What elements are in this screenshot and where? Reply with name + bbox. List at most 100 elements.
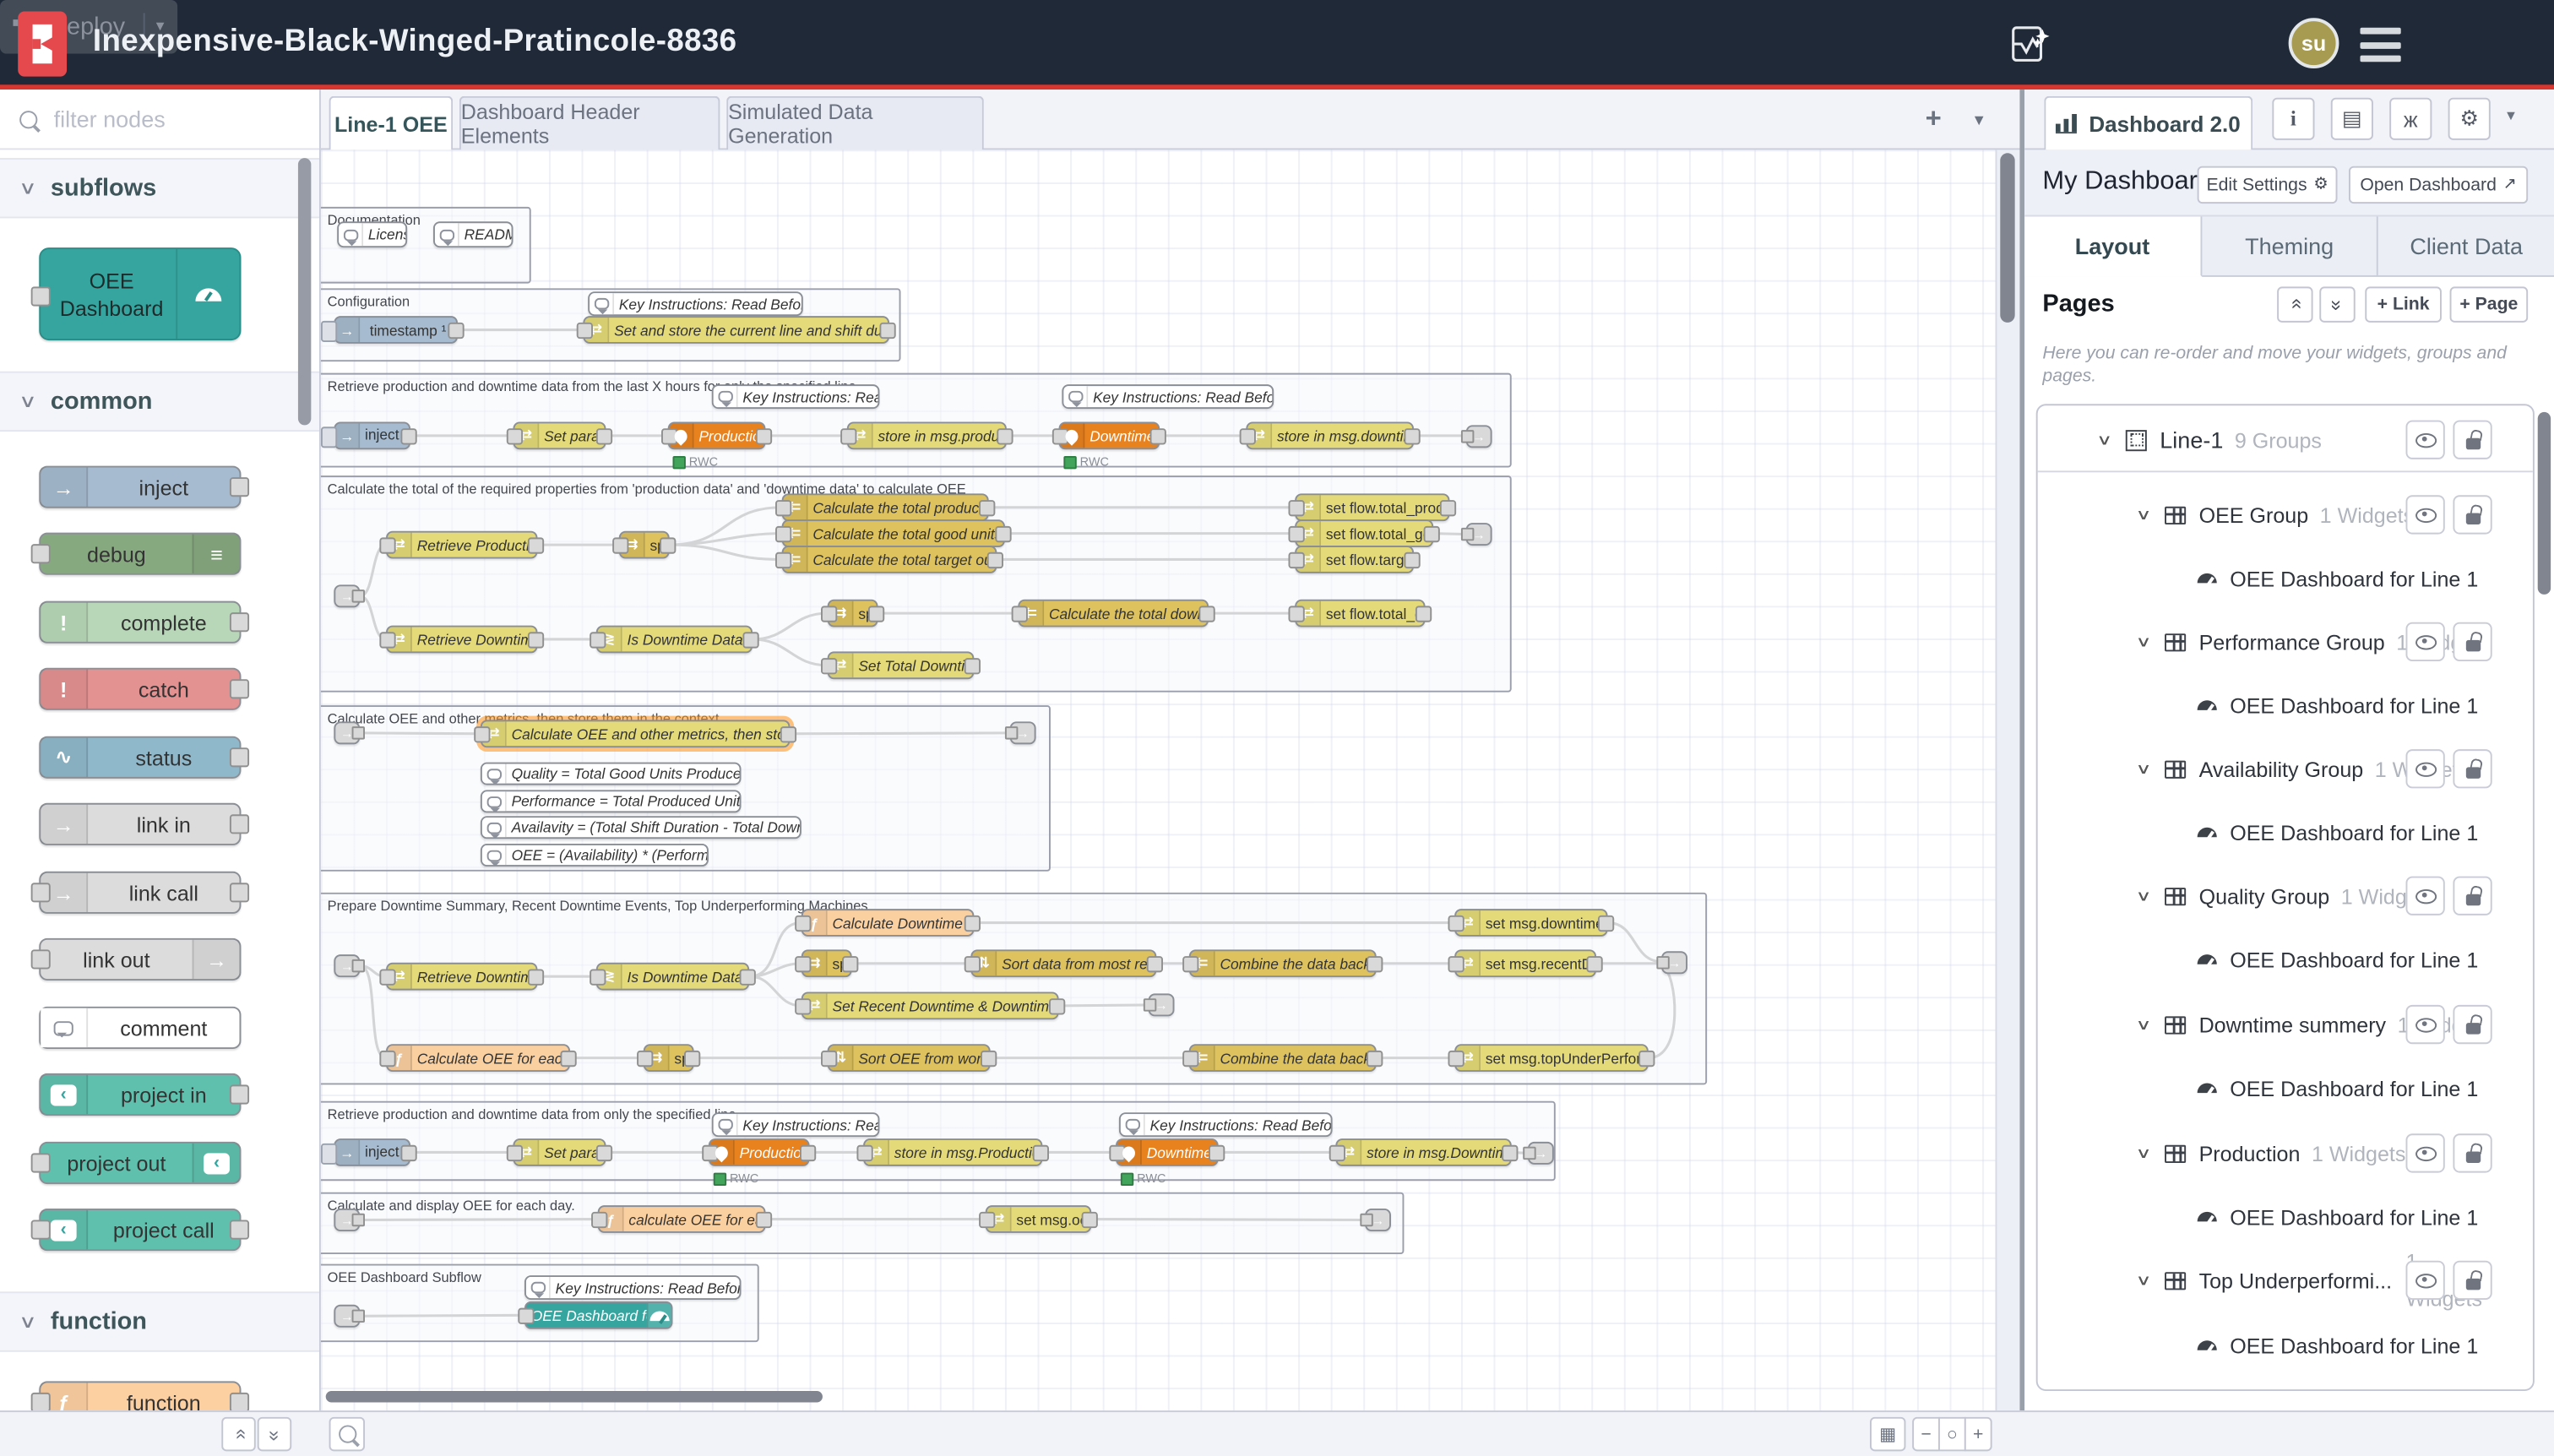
node-store-production[interactable]: ⇄store in msg.production_data xyxy=(847,421,1007,449)
tab-dashboard-header-elements[interactable]: Dashboard Header Elements xyxy=(459,96,720,150)
open-dashboard-button[interactable]: Open Dashboard↗ xyxy=(2349,166,2528,204)
config-gear-icon[interactable]: ⚙ xyxy=(2448,98,2491,140)
zoom-reset-button[interactable]: ○ xyxy=(1938,1417,1966,1452)
comment-key-instructions[interactable]: Key Instructions: Read Before Proceeding xyxy=(588,291,803,316)
node-sort-oee[interactable]: ⇅Sort OEE from worst to best xyxy=(828,1044,991,1072)
palette-expand-button[interactable]: » xyxy=(258,1417,292,1452)
lock-toggle[interactable] xyxy=(2453,749,2492,788)
lock-toggle[interactable] xyxy=(2453,622,2492,661)
flow-canvas[interactable]: Documentation License README Configurati… xyxy=(321,149,1996,1410)
node-set-empty-arrays[interactable]: ⇄Set Recent Downtime & Downtime summery … xyxy=(802,991,1059,1019)
tab-client-data[interactable]: Client Data xyxy=(2378,216,2554,274)
main-menu-icon[interactable] xyxy=(2360,28,2400,62)
filter-nodes-input[interactable] xyxy=(51,104,269,133)
inject-button[interactable] xyxy=(321,321,337,342)
debug-bug-icon[interactable]: ж xyxy=(2389,98,2432,140)
palette-node-project-call[interactable]: ‹project call xyxy=(39,1209,241,1251)
node-retrieve-production[interactable]: ⇄Retrieve Production Data xyxy=(386,531,537,559)
node-store-downtime[interactable]: ⇄store in msg.DowntimeData xyxy=(1335,1138,1511,1166)
palette-scrollbar[interactable] xyxy=(298,158,311,425)
edit-settings-button[interactable]: Edit Settings⚙ xyxy=(2198,166,2338,204)
tree-widget-row[interactable]: OEE Dashboard for Line 1 xyxy=(2038,1067,2533,1109)
node-set-params[interactable]: ⇄Set params xyxy=(513,421,606,449)
node-link-in[interactable]: → xyxy=(334,721,360,744)
node-set-params[interactable]: ⇄Set params xyxy=(513,1138,606,1166)
tab-theming[interactable]: Theming xyxy=(2202,216,2379,274)
node-set-total-good[interactable]: ⇄set flow.total_good_units xyxy=(1295,519,1433,547)
palette-node-complete[interactable]: !complete xyxy=(39,601,241,644)
comment-key-instructions[interactable]: Key Instructions: Read Before Proceeding xyxy=(1062,384,1274,409)
info-icon[interactable]: i xyxy=(2272,98,2314,140)
node-calc-downtime-duration[interactable]: ⇇Calculate the total downtime duration xyxy=(1018,600,1209,627)
canvas-search-button[interactable] xyxy=(329,1417,365,1452)
sidebar-caret-icon[interactable]: ▾ xyxy=(2507,107,2515,125)
visibility-toggle[interactable] xyxy=(2405,495,2444,534)
lock-toggle[interactable] xyxy=(2453,495,2492,534)
tab-line-1-oee[interactable]: Line-1 OEE xyxy=(329,96,454,150)
palette-node-debug[interactable]: debug≡ xyxy=(39,533,241,575)
minimap-toggle-button[interactable]: ▦ xyxy=(1870,1417,1905,1452)
lock-toggle[interactable] xyxy=(2453,877,2492,915)
add-page-button[interactable]: + Page xyxy=(2450,286,2529,322)
node-join-array[interactable]: ⇇Combine the data back into an array. xyxy=(1189,949,1377,977)
node-link-in[interactable]: → xyxy=(334,1305,360,1328)
palette-category-function[interactable]: ∨ function xyxy=(0,1291,319,1351)
tree-group-production[interactable]: ∨Production1 Widgets xyxy=(2038,1132,2533,1174)
palette-node-link-out[interactable]: link out→ xyxy=(39,938,241,981)
node-sort-recent[interactable]: ⇅Sort data from most recent to oldest xyxy=(970,949,1156,977)
palette-category-common[interactable]: ∨ common xyxy=(0,372,319,432)
node-downtime-data[interactable]: DowntimeDataRWC xyxy=(1116,1138,1219,1166)
palette-search[interactable] xyxy=(0,90,321,149)
node-calc-produced-units[interactable]: ⇇Calculate the total produced units toda… xyxy=(782,493,989,521)
lock-toggle[interactable] xyxy=(2453,1005,2492,1044)
expand-all-button[interactable]: » xyxy=(2319,286,2355,322)
tab-layout[interactable]: Layout xyxy=(2024,216,2202,276)
tree-widget-row[interactable]: OEE Dashboard for Line 1 xyxy=(2038,811,2533,853)
group-retrieve-last-x-hours[interactable]: Retrieve production and downtime data fr… xyxy=(321,373,1512,468)
node-split[interactable]: ⇉split xyxy=(644,1044,694,1072)
visibility-toggle[interactable] xyxy=(2405,749,2444,788)
group-oee-each-day[interactable]: Calculate and display OEE for each day. xyxy=(321,1193,1404,1254)
chevron-down-icon[interactable]: ∨ xyxy=(2132,1271,2156,1289)
tree-group-performance[interactable]: ∨Performance Group1 Widgets xyxy=(2038,621,2533,663)
node-set-total-downtime[interactable]: ⇄set flow.total_downtime xyxy=(1295,600,1425,627)
node-link-in[interactable]: → xyxy=(334,1209,360,1231)
node-is-downtime-empty[interactable]: ≷Is Downtime Data Empty? xyxy=(596,963,749,991)
node-inject[interactable]: →inject ↻ xyxy=(334,1138,410,1166)
palette-node-comment[interactable]: comment xyxy=(39,1007,241,1049)
tree-group-quality[interactable]: ∨Quality Group1 Widgets xyxy=(2038,875,2533,917)
palette-node-oee-dashboard[interactable]: OEE Dashboard xyxy=(39,247,241,340)
node-link-in[interactable]: → xyxy=(334,954,360,977)
node-calc-good-units[interactable]: ⇇Calculate the total good units produced… xyxy=(782,519,1005,547)
node-set-target-output[interactable]: ⇄set flow.target_output xyxy=(1295,546,1414,573)
comment-availability-formula[interactable]: Availavity = (Total Shift Duration - Tot… xyxy=(481,816,802,839)
zoom-in-button[interactable]: + xyxy=(1964,1417,1992,1452)
node-link-out[interactable]: → xyxy=(1149,993,1175,1016)
visibility-toggle[interactable] xyxy=(2405,1133,2444,1172)
palette-node-function[interactable]: ƒfunction xyxy=(39,1381,241,1410)
tree-page-line-1[interactable]: ∨ Line-1 9 Groups xyxy=(2038,419,2533,461)
chevron-down-icon[interactable]: ∨ xyxy=(2132,887,2156,905)
node-split[interactable]: ⇉split xyxy=(828,600,878,627)
chevron-down-icon[interactable]: ∨ xyxy=(2092,431,2117,448)
tab-dashboard-2[interactable]: Dashboard 2.0 xyxy=(2044,96,2252,150)
node-split[interactable]: ⇉split xyxy=(619,531,670,559)
help-book-icon[interactable]: ▤ xyxy=(2331,98,2373,140)
tree-widget-row[interactable]: OEE Dashboard for Line 1 xyxy=(2038,938,2533,981)
tree-group-top-underperforming[interactable]: ∨Top Underperformi...1 Widgets xyxy=(2038,1259,2533,1301)
comment-readme[interactable]: README xyxy=(433,221,513,247)
tab-simulated-data-generation[interactable]: Simulated Data Generation xyxy=(726,96,984,150)
tab-list-caret-icon[interactable]: ▾ xyxy=(1963,98,1996,140)
collapse-all-button[interactable]: » xyxy=(2277,286,2312,322)
node-link-out[interactable]: → xyxy=(1466,425,1492,448)
palette-node-link-in[interactable]: →link in xyxy=(39,803,241,845)
tree-group-oee[interactable]: ∨OEE Group1 Widgets xyxy=(2038,493,2533,535)
node-link-out[interactable]: → xyxy=(1365,1209,1391,1231)
chevron-down-icon[interactable]: ∨ xyxy=(2132,633,2156,650)
comment-key-instructions[interactable]: Key Instructions: Read Before Proceeding xyxy=(712,1112,880,1137)
node-link-out[interactable]: → xyxy=(1661,951,1687,974)
palette-node-project-in[interactable]: ‹project in xyxy=(39,1073,241,1116)
visibility-toggle[interactable] xyxy=(2405,421,2444,459)
node-link-in[interactable]: → xyxy=(334,584,360,607)
chevron-down-icon[interactable]: ∨ xyxy=(2132,760,2156,778)
